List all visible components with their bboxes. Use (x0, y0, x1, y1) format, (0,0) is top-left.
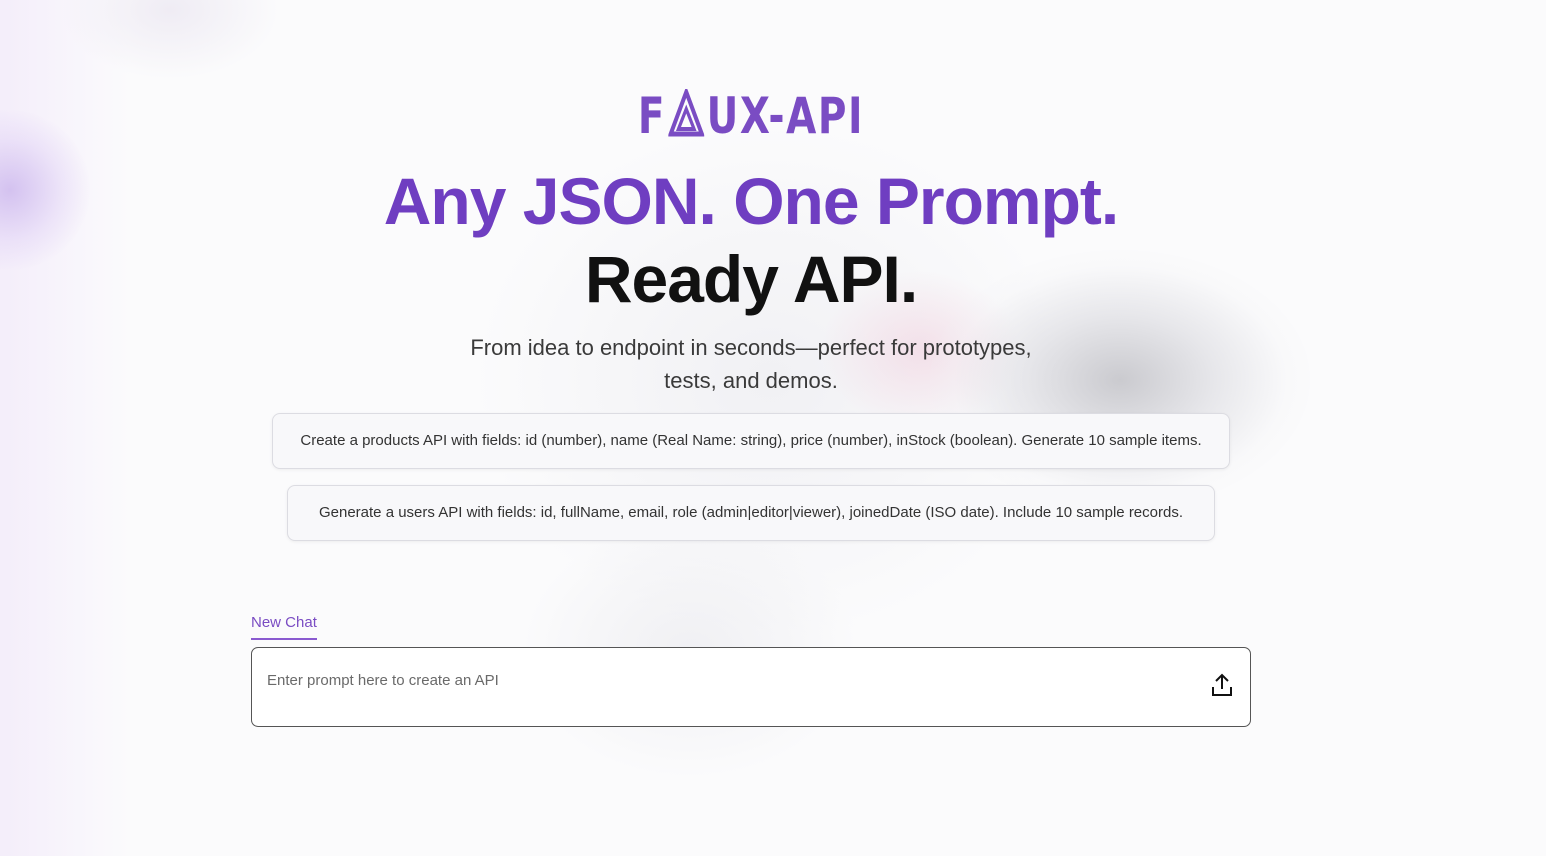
logo-prefix: F (637, 87, 667, 145)
triangle-a-icon (668, 89, 705, 137)
main-content: F UX-API Any JSON. One Prompt. Ready API… (0, 0, 1546, 856)
hero-headline: Any JSON. One Prompt. (383, 164, 1119, 238)
suggestion-users-api[interactable]: Generate a users API with fields: id, fu… (287, 485, 1215, 541)
tab-new-chat[interactable]: New Chat (251, 612, 317, 640)
hero-subtitle: From idea to endpoint in seconds—perfect… (470, 335, 1032, 393)
upload-icon[interactable] (1210, 672, 1234, 698)
prompt-box (251, 647, 1251, 727)
suggestion-products-api[interactable]: Create a products API with fields: id (n… (272, 413, 1230, 469)
hero-headline-secondary: Ready API. (584, 242, 918, 316)
brand-logo: F UX-API (165, 86, 1337, 146)
logo-suffix: UX-API (706, 87, 865, 145)
prompt-input[interactable] (267, 660, 1167, 700)
